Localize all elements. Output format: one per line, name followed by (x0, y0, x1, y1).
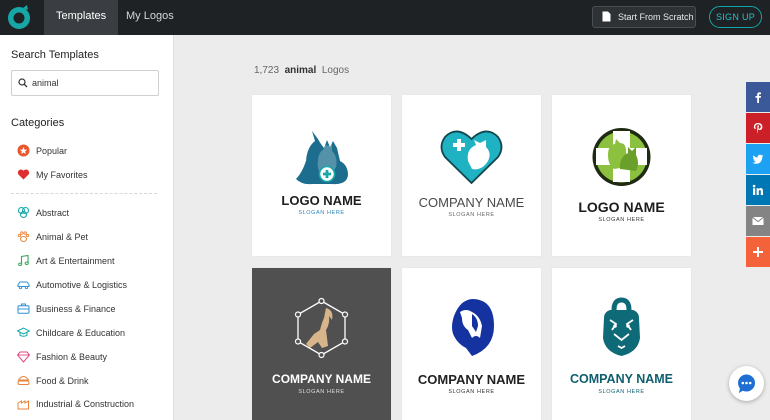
chat-bubble-icon (738, 374, 755, 393)
search-icon (18, 78, 28, 88)
logo-template-card[interactable]: COMPANY NAME SLOGAN HERE (402, 268, 541, 420)
search-templates-heading: Search Templates (11, 49, 99, 61)
category-label: Business & Finance (36, 304, 116, 314)
share-email-button[interactable] (746, 206, 770, 236)
logo-template-card[interactable]: COMPANY NAME SLOGAN HERE (252, 268, 391, 420)
star-badge-icon (17, 144, 30, 157)
heart-icon (17, 169, 30, 180)
abstract-icon (17, 206, 30, 219)
graduation-cap-icon (17, 327, 30, 337)
logo-template-card[interactable]: COMPANY NAME SLOGAN HERE (402, 95, 541, 256)
paw-icon (17, 231, 30, 242)
share-more-button[interactable] (746, 237, 770, 267)
category-label: Automotive & Logistics (36, 280, 128, 290)
slogan-text: SLOGAN HERE (298, 210, 345, 216)
green-cross-pets-logo (592, 128, 651, 186)
share-twitter-button[interactable] (746, 144, 770, 174)
sidebar-divider (11, 193, 157, 194)
category-label: Fashion & Beauty (36, 352, 108, 362)
sign-up-button[interactable]: SIGN UP (709, 6, 762, 28)
category-label: Childcare & Education (36, 328, 126, 338)
car-icon (17, 281, 30, 290)
logo-name-text: COMPANY NAME (417, 372, 526, 387)
document-icon (602, 11, 611, 22)
logo-name-text: COMPANY NAME (418, 195, 525, 210)
category-label: Popular (36, 146, 68, 156)
goat-hexagon-logo (294, 297, 349, 359)
category-label: Abstract (36, 208, 70, 218)
slogan-text: SLOGAN HERE (598, 217, 645, 223)
slogan-text: SLOGAN HERE (298, 389, 345, 395)
category-label: My Favorites (36, 170, 88, 180)
start-from-scratch-button[interactable]: Start From Scratch (592, 6, 696, 28)
blue-goat-logo (452, 299, 494, 356)
sidebar: Search Templates Categories Popular My F… (0, 35, 174, 420)
start-from-scratch-label: Start From Scratch (618, 12, 694, 22)
music-note-icon (18, 254, 29, 267)
logo-name-text: LOGO NAME (281, 193, 362, 208)
nav-templates[interactable]: Templates (44, 0, 119, 35)
slogan-text: SLOGAN HERE (598, 389, 645, 395)
linkedin-icon (752, 184, 763, 195)
food-icon (17, 376, 30, 385)
search-box[interactable] (11, 70, 159, 96)
results-suffix: Logos (321, 65, 350, 76)
logo-name-text: COMPANY NAME (569, 372, 673, 386)
share-linkedin-button[interactable] (746, 175, 770, 205)
facebook-icon (755, 92, 761, 103)
slogan-text: SLOGAN HERE (448, 212, 495, 218)
logo-template-card[interactable]: LOGO NAME SLOGAN HERE (252, 95, 391, 256)
logo-name-text: COMPANY NAME (272, 372, 371, 386)
diamond-icon (17, 351, 30, 363)
category-label: Art & Entertainment (36, 256, 115, 266)
pinterest-icon (753, 123, 763, 134)
logo-template-card[interactable]: COMPANY NAME SLOGAN HERE (552, 268, 691, 420)
share-pinterest-button[interactable] (746, 113, 770, 143)
results-summary: 1,723 animal Logos (254, 65, 349, 76)
nav-my-logos[interactable]: My Logos (114, 0, 186, 35)
search-input[interactable] (32, 75, 152, 91)
results-count: 1,723 (254, 65, 280, 76)
results-query: animal (284, 65, 317, 76)
heart-cross-pets-logo (440, 130, 503, 185)
slogan-text: SLOGAN HERE (448, 389, 495, 395)
twitter-icon (752, 154, 764, 164)
cat-dog-vet-logo (296, 131, 348, 185)
categories-heading: Categories (11, 117, 65, 129)
brand-logo-icon[interactable] (6, 4, 32, 30)
tiger-kettlebell-logo (603, 297, 640, 356)
top-navigation-bar: Templates My Logos Start From Scratch SI… (0, 0, 770, 35)
factory-icon (17, 400, 29, 410)
briefcase-icon (17, 303, 30, 314)
category-label: Food & Drink (36, 376, 89, 386)
share-facebook-button[interactable] (746, 82, 770, 112)
chat-launcher-button[interactable] (729, 366, 764, 401)
category-label: Industrial & Construction (36, 399, 135, 409)
category-label: Animal & Pet (36, 232, 89, 242)
logo-template-card[interactable]: LOGO NAME SLOGAN HERE (552, 95, 691, 256)
email-icon (752, 216, 764, 225)
logo-name-text: LOGO NAME (578, 199, 665, 215)
plus-icon (753, 247, 763, 257)
